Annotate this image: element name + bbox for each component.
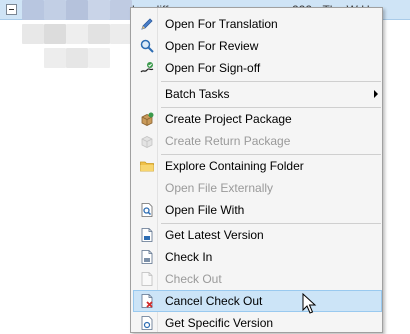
menu-item-create-project-package[interactable]: Create Project Package [133,108,382,130]
menu-item-open-for-review[interactable]: Open For Review [133,35,382,57]
context-menu: Open For Translation Open For Review Ope… [130,7,383,333]
menu-item-open-for-sign-off[interactable]: Open For Sign-off [133,57,382,79]
menu-item-label: Get Latest Version [165,228,264,242]
menu-item-label: Batch Tasks [165,87,230,101]
document-icon [141,316,153,330]
menu-item-label: Open For Translation [165,17,278,31]
expand-toggle[interactable] [6,4,17,15]
menu-item-open-for-translation[interactable]: Open For Translation [133,13,382,35]
menu-item-label: Create Return Package [165,134,291,148]
menu-item-explore-containing-folder[interactable]: Explore Containing Folder [133,155,382,177]
pencil-icon [141,18,153,30]
document-icon [141,250,153,264]
menu-item-check-out: Check Out [133,268,382,290]
document-icon [141,228,153,242]
menu-item-get-latest-version[interactable]: Get Latest Version [133,224,382,246]
menu-item-label: Explore Containing Folder [165,159,304,173]
package-icon [141,112,154,126]
menu-item-label: Open For Sign-off [165,61,261,75]
document-icon [141,272,153,286]
magnifier-icon [140,39,154,53]
cancel-document-icon [141,294,153,308]
menu-item-get-specific-version[interactable]: Get Specific Version [133,312,382,334]
menu-separator [161,81,381,82]
signoff-icon [140,62,154,73]
menu-item-open-file-with[interactable]: Open File With [133,199,382,221]
menu-item-label: Create Project Package [165,112,292,126]
blurred-content [22,0,132,72]
menu-item-label: Check In [165,250,213,264]
menu-item-open-file-externally: Open File Externally [133,177,382,199]
menu-item-label: Open File Externally [165,181,274,195]
menu-item-create-return-package: Create Return Package [133,130,382,152]
menu-item-check-in[interactable]: Check In [133,246,382,268]
folder-icon [140,161,154,172]
return-package-icon [141,136,153,148]
menu-item-label: Cancel Check Out [165,294,263,308]
menu-item-label: Open For Review [165,39,259,53]
open-with-icon [141,203,153,217]
mouse-cursor-icon [302,293,317,314]
menu-item-label: Get Specific Version [165,316,274,330]
menu-item-cancel-check-out[interactable]: Cancel Check Out [133,290,382,312]
menu-item-label: Check Out [165,272,222,286]
menu-item-label: Open File With [165,203,245,217]
submenu-arrow-icon [374,90,378,98]
menu-item-batch-tasks[interactable]: Batch Tasks [133,83,382,105]
